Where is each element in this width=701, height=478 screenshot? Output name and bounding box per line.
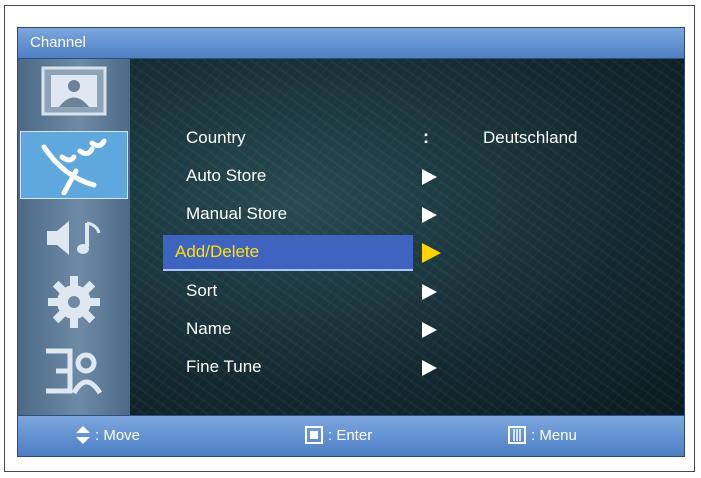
sort-arrow-icon xyxy=(422,284,437,300)
sidebar-item-picture[interactable] xyxy=(28,62,120,120)
osd-menu-window: Channel Country: Deutschland Auto Store… xyxy=(17,27,685,457)
menu-item-fine-tune[interactable]: Fine Tune xyxy=(174,350,422,384)
menu-item-manual-store[interactable]: Manual Store xyxy=(174,197,422,231)
title-bar: Channel xyxy=(18,28,684,59)
sidebar-item-channel[interactable] xyxy=(20,131,128,199)
menu-item-label: Fine Tune xyxy=(186,357,262,376)
footer-bar: : Move : Enter : Menu xyxy=(18,415,684,456)
sidebar-item-sound[interactable] xyxy=(28,209,120,267)
menu-item-sort[interactable]: Sort xyxy=(174,274,422,308)
footer-enter: : Enter xyxy=(305,426,372,444)
menu-button-icon xyxy=(508,426,526,444)
move-label: : Move xyxy=(95,426,141,444)
menu-item-label: Manual Store xyxy=(186,204,288,223)
enter-button-icon xyxy=(305,426,323,444)
add-delete-arrow-icon xyxy=(422,243,441,263)
menu-label: : Menu xyxy=(531,426,577,444)
menu-item-name[interactable]: Name xyxy=(174,312,422,346)
menu-item-label: Sort xyxy=(186,281,218,300)
sound-icon xyxy=(47,221,101,255)
footer-move: : Move xyxy=(76,426,140,444)
menu-item-country[interactable]: Country xyxy=(174,121,422,155)
menu-item-auto-store[interactable]: Auto Store xyxy=(174,159,422,193)
country-colon: : xyxy=(423,127,429,147)
menu-content: Country : Deutschland Auto Store Manual … xyxy=(130,59,684,416)
menu-item-label: Auto Store xyxy=(186,166,267,185)
name-arrow-icon xyxy=(422,322,437,338)
up-down-arrow-icon xyxy=(76,426,90,444)
antenna-icon xyxy=(41,138,107,195)
window-title: Channel xyxy=(30,34,86,51)
menu-item-label: Name xyxy=(186,319,232,338)
sidebar xyxy=(18,59,130,416)
sidebar-item-input[interactable] xyxy=(28,343,120,401)
gear-icon xyxy=(48,276,100,328)
enter-label: : Enter xyxy=(328,426,373,444)
input-icon xyxy=(46,348,103,395)
menu-item-label: Add/Delete xyxy=(175,242,260,261)
picture-icon xyxy=(41,66,107,116)
footer-menu: : Menu xyxy=(508,426,577,444)
menu-item-label: Country xyxy=(186,128,246,147)
auto-store-arrow-icon xyxy=(422,169,437,185)
menu-item-add-delete[interactable]: Add/Delete xyxy=(163,235,413,271)
manual-store-arrow-icon xyxy=(422,207,437,223)
fine-tune-arrow-icon xyxy=(422,360,437,376)
sidebar-item-setup[interactable] xyxy=(28,273,120,331)
country-value: Deutschland xyxy=(483,128,578,147)
